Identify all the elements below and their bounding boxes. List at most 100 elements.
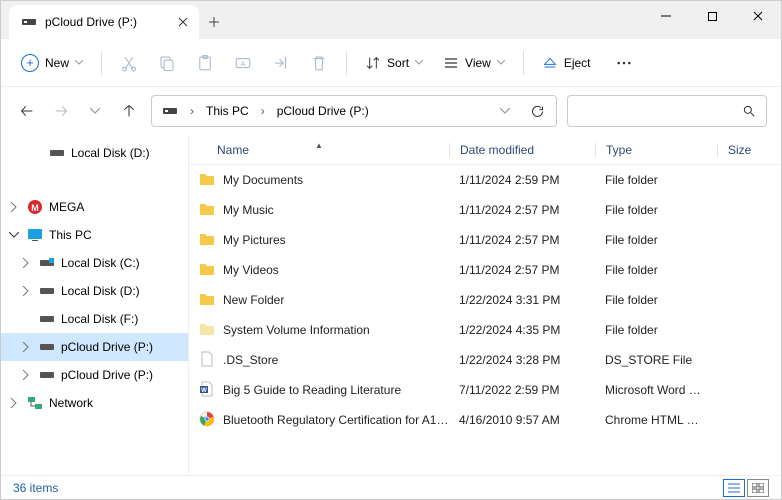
drive-os-icon	[39, 255, 55, 271]
tree-twisty[interactable]	[7, 396, 21, 410]
tree-twisty[interactable]	[19, 340, 33, 354]
cut-button[interactable]	[110, 44, 148, 82]
mega-icon: M	[27, 199, 43, 215]
eject-button[interactable]: Eject	[532, 44, 601, 82]
recent-dropdown[interactable]	[83, 99, 107, 123]
close-icon	[752, 10, 764, 22]
tree-item-mega[interactable]: M MEGA	[1, 193, 188, 221]
drive-small-icon	[49, 145, 65, 161]
forward-button[interactable]	[49, 99, 73, 123]
thumbnails-view-button[interactable]	[747, 479, 769, 497]
sort-label: Sort	[387, 56, 409, 70]
search-input[interactable]	[567, 95, 767, 127]
more-button[interactable]	[605, 44, 643, 82]
file-icon: W	[199, 381, 215, 400]
col-label: Name	[217, 143, 249, 157]
share-button[interactable]	[262, 44, 300, 82]
tab-close-button[interactable]	[175, 14, 191, 30]
minimize-icon	[660, 10, 672, 22]
chevron-right-icon	[10, 398, 18, 408]
file-icon	[199, 171, 215, 190]
tree-item-pcloud-drive-dup[interactable]: pCloud Drive (P:)	[1, 361, 188, 389]
file-type-cell: File folder	[595, 323, 717, 337]
breadcrumb-chevron[interactable]: ›	[186, 104, 198, 118]
tree-item-local-disk-d[interactable]: Local Disk (D:)	[1, 277, 188, 305]
sort-button[interactable]: Sort	[355, 44, 433, 82]
back-button[interactable]	[15, 99, 39, 123]
file-row[interactable]: System Volume Information1/22/2024 4:35 …	[189, 315, 781, 345]
close-button[interactable]	[735, 1, 781, 31]
file-icon	[199, 291, 215, 310]
tree-twisty[interactable]	[7, 228, 21, 242]
file-name: My Documents	[223, 173, 303, 187]
new-button[interactable]: + New	[11, 46, 93, 80]
tree-twisty	[19, 312, 33, 326]
file-row[interactable]: My Documents1/11/2024 2:59 PMFile folder	[189, 165, 781, 195]
chevron-down-icon	[497, 60, 505, 66]
tree-item-local-disk-f[interactable]: Local Disk (F:)	[1, 305, 188, 333]
nav-tree[interactable]: Local Disk (D:) M MEGA This PC Local Dis…	[1, 135, 189, 475]
col-header-type[interactable]: Type	[595, 143, 717, 157]
file-name-cell: .DS_Store	[189, 351, 449, 370]
chevron-right-icon	[22, 370, 30, 380]
file-row[interactable]: My Videos1/11/2024 2:57 PMFile folder	[189, 255, 781, 285]
copy-button[interactable]	[148, 44, 186, 82]
sort-indicator-icon: ▲	[315, 141, 323, 150]
svg-text:W: W	[201, 388, 207, 394]
file-row[interactable]: My Pictures1/11/2024 2:57 PMFile folder	[189, 225, 781, 255]
file-date-cell: 1/22/2024 3:31 PM	[449, 293, 595, 307]
up-button[interactable]	[117, 99, 141, 123]
details-view-button[interactable]	[723, 479, 745, 497]
address-history-dropdown[interactable]	[490, 107, 520, 115]
tree-twisty[interactable]	[19, 368, 33, 382]
tree-twisty	[29, 146, 43, 160]
file-row[interactable]: New Folder1/22/2024 3:31 PMFile folder	[189, 285, 781, 315]
breadcrumb-thispc[interactable]: This PC	[200, 96, 255, 126]
file-date-cell: 1/22/2024 3:28 PM	[449, 353, 595, 367]
file-icon	[199, 231, 215, 250]
file-icon	[199, 201, 215, 220]
separator	[101, 51, 102, 75]
file-type-cell: File folder	[595, 233, 717, 247]
file-row[interactable]: Bluetooth Regulatory Certification for A…	[189, 405, 781, 435]
view-button[interactable]: View	[433, 44, 515, 82]
active-tab[interactable]: pCloud Drive (P:)	[9, 5, 199, 39]
tree-label: This PC	[49, 228, 92, 242]
svg-text:A: A	[241, 59, 246, 68]
delete-button[interactable]	[300, 44, 338, 82]
refresh-button[interactable]	[522, 104, 552, 119]
tree-item-pcloud-drive[interactable]: pCloud Drive (P:)	[1, 333, 188, 361]
maximize-icon	[707, 11, 718, 22]
sort-icon	[365, 55, 381, 71]
chevron-down-icon	[75, 60, 83, 66]
file-list[interactable]: Name ▲ Date modified Type Size My Docume…	[189, 135, 781, 475]
copy-icon	[158, 54, 176, 72]
col-header-size[interactable]: Size	[717, 143, 767, 157]
tree-twisty[interactable]	[19, 256, 33, 270]
search-icon	[742, 104, 756, 118]
tree-item-local-disk-c[interactable]: Local Disk (C:)	[1, 249, 188, 277]
rename-button[interactable]: A	[224, 44, 262, 82]
new-tab-button[interactable]	[199, 5, 229, 39]
minimize-button[interactable]	[643, 1, 689, 31]
breadcrumb-root[interactable]	[156, 96, 184, 126]
col-header-date[interactable]: Date modified	[449, 143, 595, 157]
breadcrumb-chevron[interactable]: ›	[257, 104, 269, 118]
tree-twisty[interactable]	[19, 284, 33, 298]
tree-twisty[interactable]	[7, 200, 21, 214]
file-type-cell: File folder	[595, 293, 717, 307]
tree-item-network[interactable]: Network	[1, 389, 188, 417]
col-header-name[interactable]: Name ▲	[189, 143, 449, 157]
tree-item-this-pc[interactable]: This PC	[1, 221, 188, 249]
file-type-cell: DS_STORE File	[595, 353, 717, 367]
address-bar[interactable]: › This PC › pCloud Drive (P:)	[151, 95, 557, 127]
file-row[interactable]: My Music1/11/2024 2:57 PMFile folder	[189, 195, 781, 225]
tree-item-local-disk-d[interactable]: Local Disk (D:)	[1, 139, 188, 167]
drive-small-icon	[39, 283, 55, 299]
maximize-button[interactable]	[689, 1, 735, 31]
breadcrumb-pcloud[interactable]: pCloud Drive (P:)	[271, 96, 375, 126]
paste-button[interactable]	[186, 44, 224, 82]
file-row[interactable]: WBig 5 Guide to Reading Literature7/11/2…	[189, 375, 781, 405]
chevron-right-icon	[10, 202, 18, 212]
file-row[interactable]: .DS_Store1/22/2024 3:28 PMDS_STORE File	[189, 345, 781, 375]
